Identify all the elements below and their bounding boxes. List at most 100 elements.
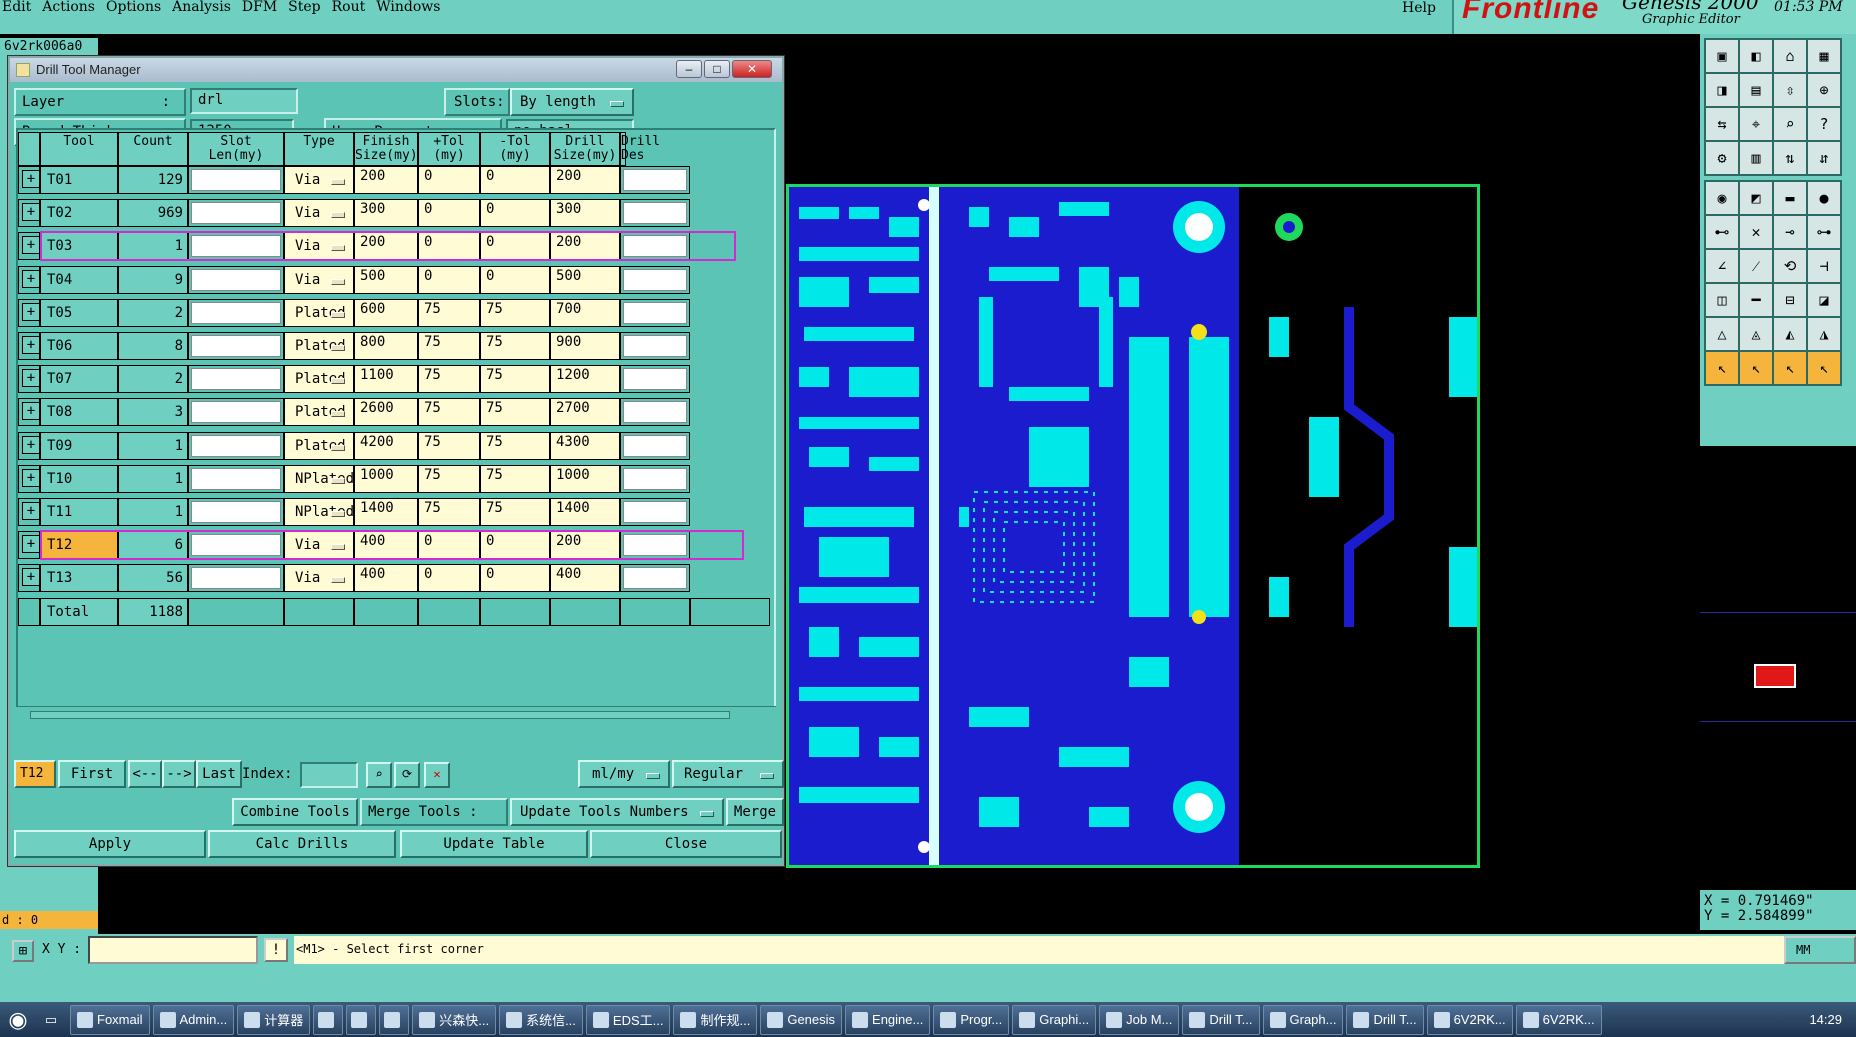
minimize-button[interactable]: – [676, 60, 702, 78]
slot-len-input[interactable] [191, 368, 281, 391]
tool-cell[interactable]: T02 [40, 199, 118, 228]
slot-len-input[interactable] [191, 434, 281, 457]
close-window-button[interactable]: ✕ [732, 60, 772, 78]
shape-icon[interactable]: ◩ [1738, 180, 1774, 216]
alert-icon[interactable]: ! [264, 938, 288, 962]
table-row[interactable]: + T05 2 Plated 600 75 75 700 [18, 298, 774, 327]
tool-cell[interactable]: T04 [40, 265, 118, 294]
plus-tol-input[interactable]: 75 [418, 464, 480, 493]
plus-tol-input[interactable]: 0 [418, 265, 480, 294]
drill-size-input[interactable]: 300 [550, 199, 620, 228]
type-dropdown[interactable]: NPlated [284, 464, 354, 493]
taskbar-item[interactable] [379, 1004, 410, 1035]
slot-len-input[interactable] [191, 401, 281, 424]
xy-input[interactable] [88, 936, 258, 964]
pointer-icon[interactable]: ↖ [1704, 350, 1740, 386]
taskbar-item[interactable]: 6V2RK... [1426, 1004, 1513, 1035]
taskbar-item[interactable]: Progr... [933, 1004, 1010, 1035]
col-header-drill-des[interactable]: Drill Des [620, 132, 660, 166]
table-row[interactable]: + T08 3 Plated 2600 75 75 2700 [18, 398, 774, 427]
expand-icon[interactable]: + [22, 468, 40, 487]
pcb-graphic-view[interactable] [786, 184, 1480, 868]
refresh-icon[interactable]: ⟳ [394, 762, 420, 788]
start-icon[interactable]: ◉ [0, 1002, 36, 1037]
tool-cell[interactable]: T11 [40, 498, 118, 526]
drill-des-cell[interactable] [620, 166, 690, 194]
copy-icon[interactable]: ◨ [1704, 72, 1740, 108]
drill-des-input[interactable] [623, 567, 687, 590]
close-button[interactable]: Close [590, 830, 782, 858]
finish-size-input[interactable]: 4200 [354, 431, 418, 460]
expand-button[interactable]: + [18, 531, 40, 560]
drill-size-input[interactable]: 4300 [550, 431, 620, 460]
drill-des-cell[interactable] [620, 265, 690, 294]
swap-icon[interactable]: ⇆ [1704, 106, 1740, 142]
menu-actions[interactable]: Actions [42, 0, 104, 34]
scrollbar-thumb[interactable] [30, 711, 730, 719]
ruler-icon[interactable]: ▬ [1772, 180, 1808, 216]
taskbar-item[interactable]: Drill T... [1346, 1004, 1424, 1035]
expand-icon[interactable]: + [22, 502, 40, 520]
dot-icon[interactable]: ● [1806, 180, 1842, 216]
slot-len-input[interactable] [191, 169, 281, 191]
grid-icon[interactable]: ⊞ [12, 940, 34, 962]
type-dropdown[interactable]: Plated [284, 332, 354, 360]
unlink-icon[interactable]: ⊶ [1806, 214, 1842, 250]
select3-icon[interactable]: ↖ [1806, 350, 1842, 386]
tool-cell[interactable]: T05 [40, 298, 118, 327]
maximize-button[interactable]: □ [704, 60, 730, 78]
delete-icon[interactable]: ✕ [1738, 214, 1774, 250]
minus-tol-input[interactable]: 75 [480, 431, 550, 460]
measure-icon[interactable]: ◭ [1772, 316, 1808, 352]
menu-help[interactable]: Help [1402, 0, 1436, 16]
taskbar-item[interactable]: 6V2RK... [1515, 1004, 1602, 1035]
line-icon[interactable]: ⁄ [1738, 248, 1774, 284]
select-icon[interactable]: ↖ [1738, 350, 1774, 386]
drill-size-input[interactable]: 1000 [550, 464, 620, 493]
minus-tol-input[interactable]: 0 [480, 166, 550, 194]
minus-tol-input[interactable]: 0 [480, 564, 550, 593]
drill-des-input[interactable] [623, 202, 687, 225]
drill-size-input[interactable]: 900 [550, 332, 620, 360]
drill-des-input[interactable] [623, 467, 687, 490]
col-header-slot-len[interactable]: Slot Len(my) [188, 132, 284, 166]
finish-size-input[interactable]: 600 [354, 298, 418, 327]
view-icon[interactable]: ▦ [1806, 38, 1842, 74]
expand-icon[interactable]: + [22, 568, 40, 587]
taskbar-item[interactable]: Drill T... [1182, 1004, 1260, 1035]
drill-des-cell[interactable] [620, 199, 690, 228]
slot-len-input[interactable] [191, 335, 281, 357]
slot-len-input[interactable] [191, 501, 281, 523]
taskbar-item[interactable]: Graphi... [1012, 1004, 1097, 1035]
finish-size-input[interactable]: 200 [354, 166, 418, 194]
menu-step[interactable]: Step [288, 0, 329, 34]
plus-tol-input[interactable]: 75 [418, 498, 480, 526]
drill-des-cell[interactable] [620, 431, 690, 460]
drill-size-input[interactable]: 700 [550, 298, 620, 327]
type-dropdown[interactable]: Via [284, 564, 354, 593]
expand-icon[interactable]: + [22, 535, 40, 554]
minus-tol-input[interactable]: 75 [480, 298, 550, 327]
plus-tol-input[interactable]: 75 [418, 398, 480, 427]
minus-tol-input[interactable]: 0 [480, 265, 550, 294]
col-header-plus-tol[interactable]: +Tol (my) [418, 132, 480, 166]
table-row[interactable]: + T07 2 Plated 1100 75 75 1200 [18, 365, 774, 394]
shape2-icon[interactable]: ◮ [1806, 316, 1842, 352]
drill-size-input[interactable]: 1400 [550, 498, 620, 526]
minus-tol-input[interactable]: 0 [480, 199, 550, 228]
pad-icon[interactable]: ◉ [1704, 180, 1740, 216]
split-icon[interactable]: ⊣ [1806, 248, 1842, 284]
paste-icon[interactable]: ▤ [1738, 72, 1774, 108]
index-field[interactable] [300, 762, 358, 788]
expand-button[interactable]: + [18, 498, 40, 526]
menu-edit[interactable]: Edit [2, 0, 40, 34]
taskbar-item[interactable]: Genesis [760, 1004, 843, 1035]
plus-tol-input[interactable]: 0 [418, 166, 480, 194]
drill-des-input[interactable] [623, 268, 687, 291]
drill-size-input[interactable]: 500 [550, 265, 620, 294]
slot-len-input[interactable] [191, 467, 281, 490]
taskbar-item[interactable]: EDS工... [585, 1004, 671, 1035]
expand-button[interactable]: + [18, 166, 40, 194]
zoom-icon[interactable]: ⌕ [1772, 106, 1808, 142]
triangle-icon[interactable]: △ [1704, 316, 1740, 352]
